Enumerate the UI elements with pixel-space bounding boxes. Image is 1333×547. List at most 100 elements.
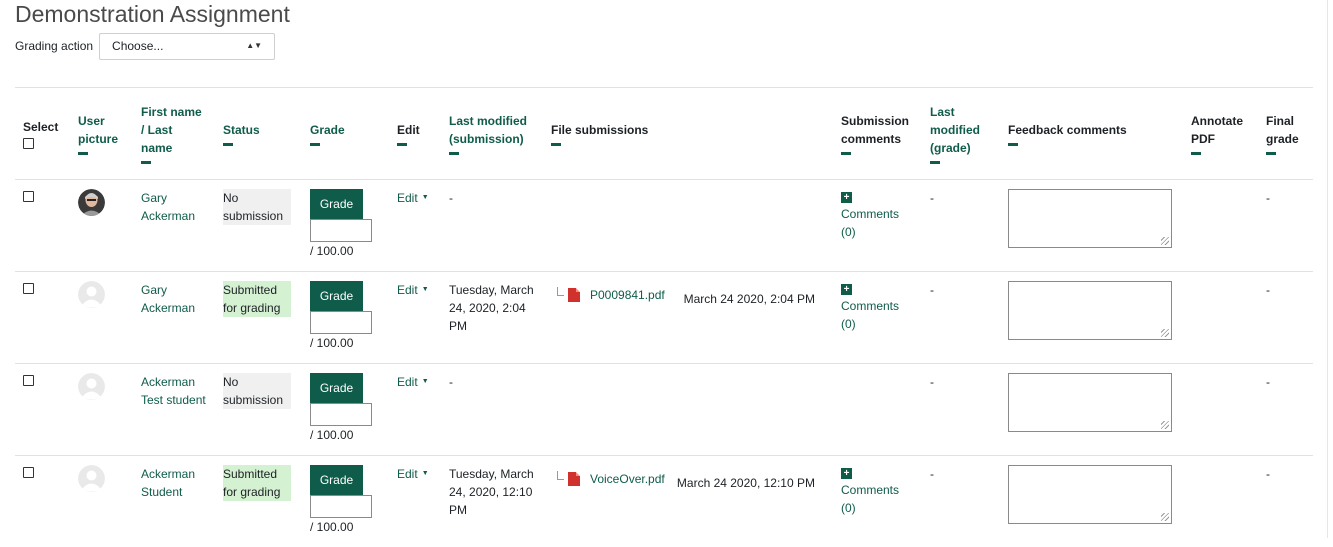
user-name-link[interactable]: Ackerman Student	[141, 467, 195, 499]
col-submission-comments-label: Submission comments	[841, 114, 909, 146]
caret-down-icon: ▼	[422, 373, 429, 391]
collapse-icon[interactable]	[1266, 152, 1276, 155]
collapse-icon[interactable]	[449, 152, 459, 155]
edit-menu[interactable]: Edit▼	[397, 189, 433, 207]
collapse-icon[interactable]	[1008, 143, 1018, 146]
col-edit-label: Edit	[397, 123, 420, 137]
grade-button[interactable]: Grade	[310, 373, 363, 403]
col-last-modified-submission-label: Last modified (submission)	[449, 114, 527, 146]
col-name[interactable]: First name / Last name	[133, 88, 215, 180]
collapse-icon[interactable]	[551, 143, 561, 146]
file-link[interactable]: P0009841.pdf	[590, 286, 665, 304]
resize-grip-icon[interactable]	[1161, 513, 1169, 521]
cell-user-picture	[70, 272, 133, 364]
row-select-checkbox[interactable]	[23, 375, 34, 386]
col-file-submissions: File submissions	[543, 88, 833, 180]
grade-button[interactable]: Grade	[310, 189, 363, 219]
cell-last-modified: -	[441, 180, 543, 272]
feedback-comment-textarea[interactable]	[1008, 373, 1172, 432]
col-status[interactable]: Status	[215, 88, 302, 180]
grade-input[interactable]	[310, 495, 372, 518]
resize-grip-icon[interactable]	[1161, 421, 1169, 429]
cell-edit: Edit▼	[389, 364, 441, 456]
caret-down-icon: ▼	[422, 281, 429, 299]
avatar[interactable]	[78, 281, 105, 308]
cell-file-submissions	[543, 180, 833, 272]
avatar[interactable]	[78, 189, 105, 216]
col-edit: Edit	[389, 88, 441, 180]
collapse-icon[interactable]	[78, 152, 88, 155]
grading-action-label: Grading action	[15, 39, 93, 53]
avatar[interactable]	[78, 373, 105, 400]
grade-max: / 100.00	[310, 428, 381, 442]
comments-link[interactable]: Comments (0)	[841, 207, 899, 239]
avatar[interactable]	[78, 465, 105, 492]
status-badge: No submission	[223, 373, 291, 409]
cell-grade: Grade / 100.00	[302, 456, 389, 547]
edit-label: Edit	[397, 189, 418, 207]
file-link[interactable]: VoiceOver.pdf	[590, 470, 665, 488]
row-select-checkbox[interactable]	[23, 283, 34, 294]
cell-grade: Grade / 100.00	[302, 272, 389, 364]
grading-action-selected: Choose...	[112, 39, 163, 53]
col-last-modified-submission[interactable]: Last modified (submission)	[441, 88, 543, 180]
collapse-icon[interactable]	[930, 161, 940, 164]
cell-name: Ackerman Student	[133, 456, 215, 547]
row-select-checkbox[interactable]	[23, 467, 34, 478]
collapse-icon[interactable]	[223, 143, 233, 146]
file-date: March 24 2020, 2:04 PM	[684, 281, 815, 308]
collapse-icon[interactable]	[310, 143, 320, 146]
cell-feedback-comments	[1000, 272, 1183, 364]
final-grade-text: -	[1266, 191, 1270, 205]
select-all-checkbox[interactable]	[23, 138, 34, 149]
cell-last-modified-grade: -	[922, 180, 1000, 272]
cell-edit: Edit▼	[389, 180, 441, 272]
feedback-comment-textarea[interactable]	[1008, 189, 1172, 248]
cell-name: Gary Ackerman	[133, 180, 215, 272]
cell-file-submissions	[543, 364, 833, 456]
cell-last-modified: Tuesday, March 24, 2020, 12:10 PM	[441, 456, 543, 547]
feedback-comment-textarea[interactable]	[1008, 281, 1172, 340]
grade-button[interactable]: Grade	[310, 465, 363, 495]
comments-link[interactable]: Comments (0)	[841, 483, 899, 515]
collapse-icon[interactable]	[841, 152, 851, 155]
cell-feedback-comments	[1000, 180, 1183, 272]
plus-icon[interactable]: +	[841, 468, 852, 479]
edit-menu[interactable]: Edit▼	[397, 281, 433, 299]
grade-input[interactable]	[310, 219, 372, 242]
collapse-icon[interactable]	[1191, 152, 1201, 155]
grade-max: / 100.00	[310, 244, 381, 258]
grading-action-select[interactable]: Choose... ▲▼	[99, 33, 275, 60]
tree-connector	[557, 287, 564, 296]
grade-input[interactable]	[310, 311, 372, 334]
resize-grip-icon[interactable]	[1161, 237, 1169, 245]
user-name-link[interactable]: Ackerman Test student	[141, 375, 206, 407]
cell-status: Submitted for grading	[215, 272, 302, 364]
collapse-icon[interactable]	[141, 161, 151, 164]
collapse-icon[interactable]	[397, 143, 407, 146]
feedback-comment-textarea[interactable]	[1008, 465, 1172, 524]
cell-select	[15, 272, 70, 364]
resize-grip-icon[interactable]	[1161, 329, 1169, 337]
cell-grade: Grade / 100.00	[302, 180, 389, 272]
user-name-link[interactable]: Gary Ackerman	[141, 283, 195, 315]
plus-icon[interactable]: +	[841, 192, 852, 203]
col-grade[interactable]: Grade	[302, 88, 389, 180]
col-last-modified-grade[interactable]: Last modified (grade)	[922, 88, 1000, 180]
grade-max: / 100.00	[310, 336, 381, 350]
grade-input[interactable]	[310, 403, 372, 426]
table-row: Gary Ackerman Submitted for grading Grad…	[15, 272, 1313, 364]
final-grade-text: -	[1266, 375, 1270, 389]
col-user-picture[interactable]: User picture	[70, 88, 133, 180]
edit-menu[interactable]: Edit▼	[397, 373, 433, 391]
comments-link[interactable]: Comments (0)	[841, 299, 899, 331]
grade-button[interactable]: Grade	[310, 281, 363, 311]
col-status-label: Status	[223, 123, 260, 137]
plus-icon[interactable]: +	[841, 284, 852, 295]
row-select-checkbox[interactable]	[23, 191, 34, 202]
user-name-link[interactable]: Gary Ackerman	[141, 191, 195, 223]
col-grade-label: Grade	[310, 123, 345, 137]
edit-label: Edit	[397, 281, 418, 299]
edit-menu[interactable]: Edit▼	[397, 465, 433, 483]
cell-edit: Edit▼	[389, 456, 441, 547]
